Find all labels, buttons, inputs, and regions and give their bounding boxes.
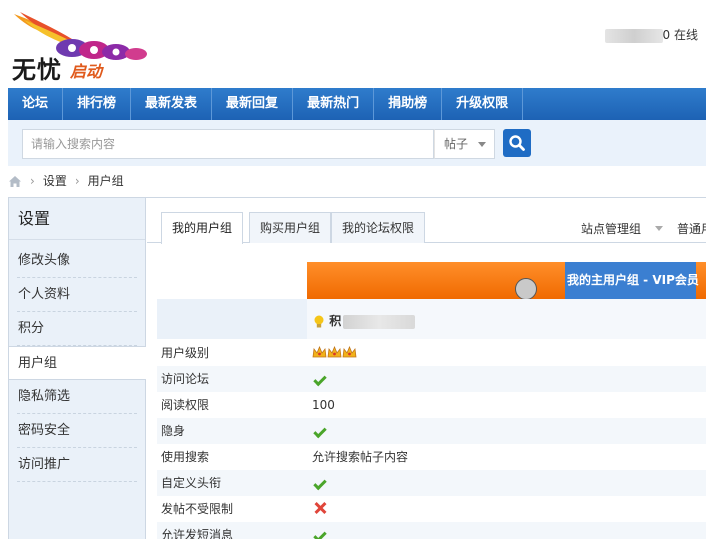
table-row: 自定义头衔 <box>157 470 706 496</box>
credit-text: 积 <box>329 314 342 328</box>
row-value: 100 <box>312 398 335 412</box>
blurred-credit <box>343 314 416 329</box>
table-row: 发帖不受限制 <box>157 496 706 522</box>
breadcrumb-item-usergroup: 用户组 <box>87 174 124 188</box>
search-bar: 帖子 <box>8 120 706 166</box>
table-row: 阅读权限 100 <box>157 392 706 418</box>
cross-icon <box>314 502 326 514</box>
nav-item-hot[interactable]: 最新热门 <box>293 88 375 120</box>
chevron-right-icon: › <box>74 174 80 188</box>
sidebar-title: 设置 <box>9 198 145 240</box>
row-label: 访问论坛 <box>161 372 210 386</box>
crown-icon <box>327 346 342 358</box>
nav-item-latest-replies[interactable]: 最新回复 <box>212 88 294 120</box>
usergroup-banner: 我的主用户组 - VIP会员 <box>307 262 706 300</box>
online-count: 0 在线 <box>604 26 698 43</box>
search-button[interactable] <box>503 129 531 157</box>
table-row: 用户级别 <box>157 340 706 366</box>
check-icon <box>313 476 327 491</box>
online-label: 在线 <box>673 28 698 42</box>
row-label: 用户级别 <box>161 346 210 360</box>
online-digit: 0 <box>662 28 671 42</box>
search-type-label: 帖子 <box>444 137 469 151</box>
sidebar-item-credits[interactable]: 积分 <box>17 312 137 346</box>
main-usergroup-label: 我的主用户组 - VIP会员 <box>565 262 699 299</box>
chevron-down-icon <box>655 226 663 231</box>
nav-item-latest-posts[interactable]: 最新发表 <box>131 88 213 120</box>
row-label: 允许发短消息 <box>161 528 234 539</box>
row-label: 发帖不受限制 <box>161 502 234 516</box>
search-input[interactable] <box>22 129 434 159</box>
normal-user-link[interactable]: 普通用 <box>677 220 706 237</box>
site-header: 无忧 启动 0 在线 <box>0 0 706 88</box>
table-row: 允许发短消息 <box>157 522 706 539</box>
table-header-cell <box>157 299 307 339</box>
sidebar-item-usergroup[interactable]: 用户组 <box>9 346 146 380</box>
nav-item-ranking[interactable]: 排行榜 <box>63 88 132 120</box>
credit-label: 积 <box>313 312 416 329</box>
tab-forum-permissions[interactable]: 我的论坛权限 <box>331 212 426 243</box>
search-icon <box>509 135 525 151</box>
crown-icon <box>342 346 357 358</box>
check-icon <box>313 372 327 387</box>
main-panel: 设置 修改头像 个人资料 积分 用户组 隐私筛选 密码安全 访问推广 我的用户组… <box>8 197 706 539</box>
home-icon[interactable] <box>8 175 22 188</box>
tab-buy-usergroup[interactable]: 购买用户组 <box>249 212 332 243</box>
table-row: 访问论坛 <box>157 366 706 392</box>
sidebar-item-profile[interactable]: 个人资料 <box>17 278 137 312</box>
row-label: 阅读权限 <box>161 398 210 412</box>
crown-icon <box>312 346 327 358</box>
logo-subtext: 启动 <box>70 62 103 81</box>
search-type-select[interactable]: 帖子 <box>434 129 495 159</box>
breadcrumb-item-settings[interactable]: 设置 <box>43 170 67 192</box>
cursor-indicator <box>515 278 537 300</box>
logo-text: 无忧 <box>12 55 62 84</box>
chevron-right-icon: › <box>30 174 35 188</box>
row-value: 允许搜索帖子内容 <box>312 450 409 464</box>
row-label: 自定义头衔 <box>161 476 222 490</box>
breadcrumb: › 设置 › 用户组 <box>8 170 124 192</box>
sidebar-item-promotion[interactable]: 访问推广 <box>17 448 137 482</box>
check-icon <box>313 528 327 539</box>
admin-group-dropdown[interactable]: 站点管理组 <box>581 220 641 237</box>
chevron-down-icon <box>478 142 486 147</box>
row-label: 使用搜索 <box>161 450 210 464</box>
settings-sidebar: 设置 修改头像 个人资料 积分 用户组 隐私筛选 密码安全 访问推广 <box>9 198 146 539</box>
sidebar-item-privacy[interactable]: 隐私筛选 <box>17 380 137 414</box>
nav-item-donors[interactable]: 捐助榜 <box>374 88 443 120</box>
sidebar-item-password[interactable]: 密码安全 <box>17 414 137 448</box>
credit-header-cell: 积 <box>307 299 706 339</box>
main-nav: 论坛 排行榜 最新发表 最新回复 最新热门 捐助榜 升级权限 <box>8 88 706 120</box>
table-row: 使用搜索 允许搜索帖子内容 <box>157 444 706 470</box>
check-icon <box>313 424 327 439</box>
row-label: 隐身 <box>161 424 186 438</box>
user-level-crowns <box>312 340 357 368</box>
tab-my-usergroup[interactable]: 我的用户组 <box>161 212 244 244</box>
blurred-count <box>604 28 663 43</box>
sidebar-item-avatar[interactable]: 修改头像 <box>17 244 137 278</box>
nav-item-forum[interactable]: 论坛 <box>8 88 64 120</box>
table-row: 隐身 <box>157 418 706 444</box>
lightbulb-icon <box>314 315 324 327</box>
content-area: 我的用户组 购买用户组 我的论坛权限 站点管理组 普通用 我的主用户组 - VI… <box>147 198 706 539</box>
nav-item-upgrade[interactable]: 升级权限 <box>442 88 524 120</box>
site-logo[interactable]: 无忧 启动 <box>10 10 150 84</box>
